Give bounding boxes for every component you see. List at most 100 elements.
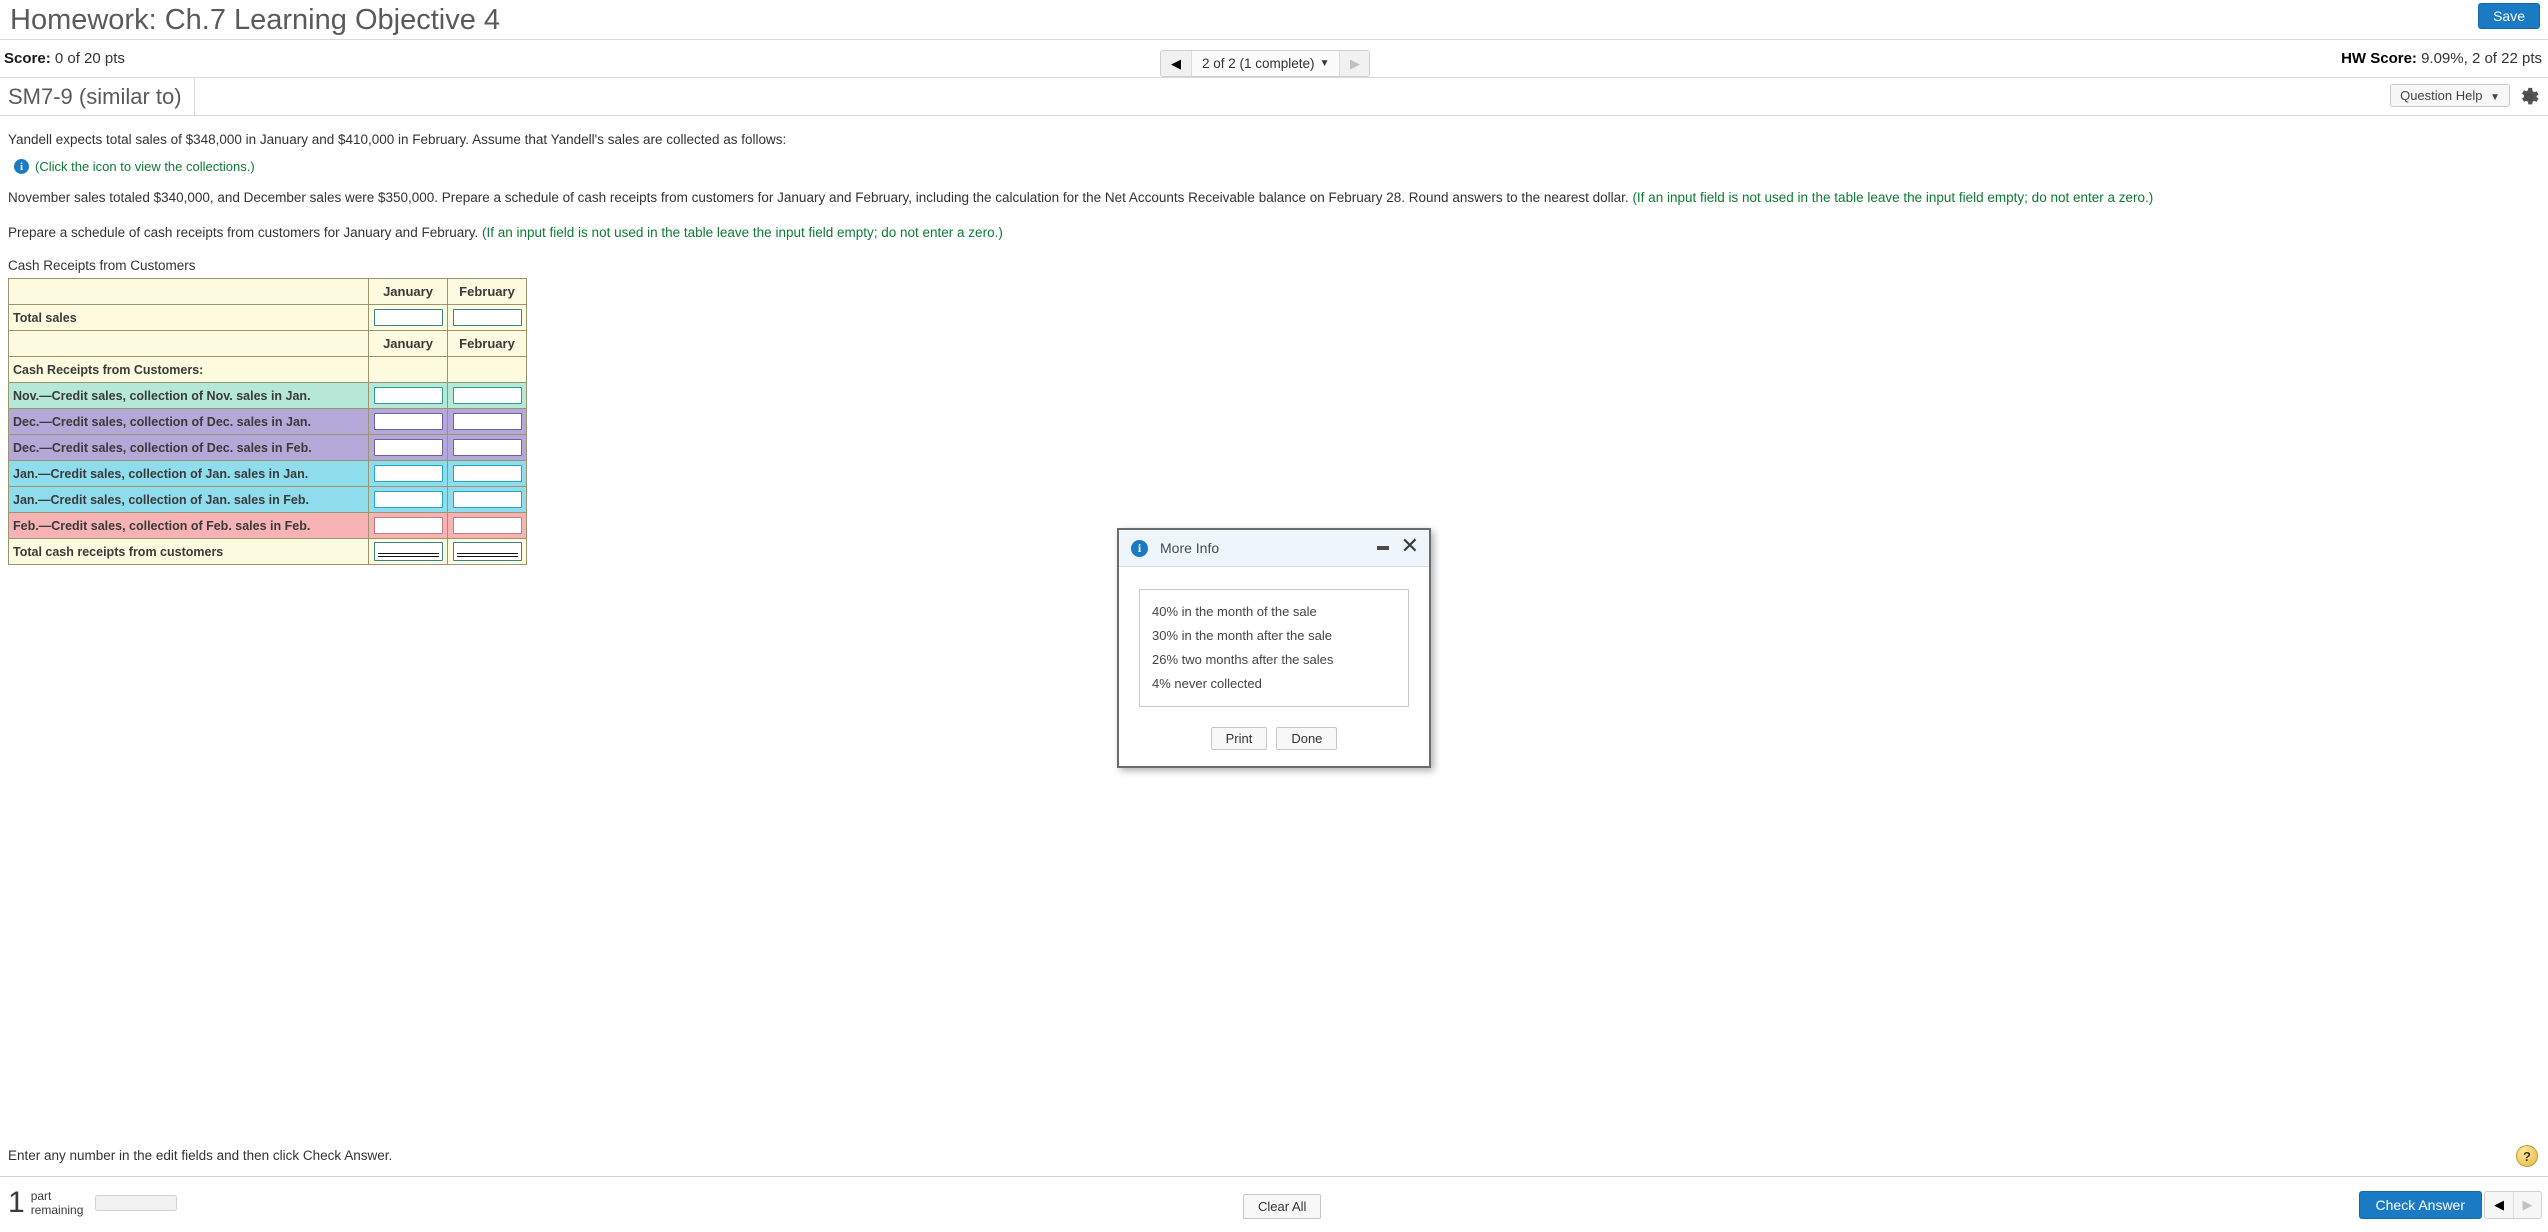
score-value: 0 of 20 pts [54, 50, 125, 67]
input-february[interactable] [452, 542, 522, 561]
more-info-dialog-title: More Info [1160, 540, 1220, 556]
table-row-label: Cash Receipts from Customers: [8, 356, 369, 383]
question-navigator[interactable]: ◀ 2 of 2 (1 complete) ▼ ▶ [1160, 50, 1371, 77]
input-february[interactable] [452, 387, 522, 404]
column-header-january: January [368, 330, 448, 357]
table-cell-february[interactable] [447, 512, 527, 539]
column-header-february: February [447, 278, 527, 305]
question-content: Yandell expects total sales of $348,000 … [0, 116, 2548, 565]
question-paragraph-3-main: Prepare a schedule of cash receipts from… [8, 225, 479, 240]
parts-label-line2: remaining [30, 1203, 84, 1217]
table-cell-january[interactable] [368, 304, 448, 331]
table-cell-january[interactable] [368, 408, 448, 435]
collections-terms-panel: 40% in the month of the sale 30% in the m… [1139, 589, 1409, 707]
table-caption: Cash Receipts from Customers [8, 258, 196, 273]
question-id-bar: SM7-9 (similar to) Question Help ▼ [0, 78, 2548, 116]
table-cell-january[interactable] [368, 538, 448, 565]
input-february[interactable] [452, 439, 522, 456]
question-paragraph-2: November sales totaled $340,000, and Dec… [8, 188, 2548, 207]
check-answer-button[interactable]: Check Answer [2358, 1191, 2482, 1219]
minimize-icon[interactable] [1377, 546, 1389, 550]
table-cell-february[interactable] [447, 460, 527, 487]
question-id: SM7-9 (similar to) [0, 78, 195, 116]
column-header-january: January [368, 278, 448, 305]
score-text: Score: 0 of 20 pts [4, 50, 125, 67]
question-paragraph-2-note: (If an input field is not used in the ta… [1632, 190, 2154, 205]
input-january[interactable] [373, 465, 443, 482]
collections-info-link[interactable]: (Click the icon to view the collections.… [35, 159, 255, 174]
table-cell-february[interactable] [447, 382, 527, 409]
table-row: Total cash receipts from customers [8, 538, 527, 565]
question-help-dropdown[interactable]: Question Help ▼ [2390, 84, 2510, 107]
footer-hint: Enter any number in the edit fields and … [8, 1148, 393, 1163]
input-february[interactable] [452, 517, 522, 534]
next-question-icon[interactable]: ▶ [1339, 51, 1370, 76]
table-row: Feb.—Credit sales, collection of Feb. sa… [8, 512, 527, 539]
clear-all-button[interactable]: Clear All [1243, 1194, 1322, 1219]
input-january[interactable] [373, 387, 443, 404]
footer-toolbar: 1 part remaining Clear All Check Answer … [0, 1176, 2548, 1232]
collections-term: 30% in the month after the sale [1152, 628, 1332, 643]
chevron-down-icon: ▼ [2490, 92, 2500, 103]
table-cell-january[interactable] [368, 486, 448, 513]
close-icon[interactable]: ✕ [1401, 535, 1419, 557]
more-info-dialog-titlebar: i More Info ✕ [1119, 530, 1429, 567]
table-header-blank [8, 278, 369, 305]
title-bar: Homework: Ch.7 Learning Objective 4 Save [0, 0, 2548, 40]
table-header-row: January February [8, 330, 527, 357]
collections-info-line: i (Click the icon to view the collection… [14, 159, 2548, 174]
input-february[interactable] [452, 413, 522, 430]
input-january[interactable] [373, 309, 443, 326]
input-february[interactable] [452, 491, 522, 508]
print-button[interactable]: Print [1210, 727, 1268, 750]
table-cell-january[interactable] [368, 382, 448, 409]
table-cell-february[interactable] [447, 408, 527, 435]
parts-remaining: 1 part remaining [8, 1188, 178, 1218]
footer-prev-icon[interactable]: ◀ [2485, 1192, 2513, 1218]
info-icon[interactable]: i [14, 159, 29, 174]
footer-navigator[interactable]: ◀ ▶ [2484, 1191, 2542, 1219]
help-icon[interactable]: ? [2516, 1145, 2538, 1167]
table-row: Dec.—Credit sales, collection of Dec. sa… [8, 434, 527, 461]
table-row-label: Dec.—Credit sales, collection of Dec. sa… [8, 408, 369, 435]
table-row: Dec.—Credit sales, collection of Dec. sa… [8, 408, 527, 435]
cash-receipts-table: January February Total sales January Februar… [8, 278, 527, 565]
table-cell-january[interactable] [368, 434, 448, 461]
input-january[interactable] [373, 413, 443, 430]
input-february[interactable] [452, 465, 522, 482]
table-row: Nov.—Credit sales, collection of Nov. sa… [8, 382, 527, 409]
table-cell-february[interactable] [447, 304, 527, 331]
hw-score-value: 9.09%, 2 of 22 pts [2421, 50, 2542, 67]
table-row-label: Jan.—Credit sales, collection of Jan. sa… [8, 460, 369, 487]
progress-bar [95, 1195, 178, 1211]
input-january[interactable] [373, 439, 443, 456]
prev-question-icon[interactable]: ◀ [1161, 51, 1191, 76]
table-row-label: Jan.—Credit sales, collection of Jan. sa… [8, 486, 369, 513]
gear-icon[interactable] [2518, 86, 2540, 108]
table-cell-january[interactable] [368, 460, 448, 487]
footer-next-icon[interactable]: ▶ [2513, 1192, 2541, 1218]
table-cell-february[interactable] [447, 434, 527, 461]
table-row-label: Total cash receipts from customers [8, 538, 369, 565]
score-label: Score: [4, 50, 51, 67]
question-progress-dropdown[interactable]: 2 of 2 (1 complete) ▼ [1191, 51, 1340, 76]
table-row-label: Nov.—Credit sales, collection of Nov. sa… [8, 382, 369, 409]
input-january[interactable] [373, 491, 443, 508]
question-paragraph-3: Prepare a schedule of cash receipts from… [8, 223, 2548, 242]
table-cell-february[interactable] [447, 538, 527, 565]
table-header-blank [8, 330, 369, 357]
input-january[interactable] [373, 542, 443, 561]
done-button[interactable]: Done [1276, 727, 1338, 750]
table-row-label: Feb.—Credit sales, collection of Feb. sa… [8, 512, 369, 539]
table-cell-january[interactable] [368, 512, 448, 539]
question-paragraph-1: Yandell expects total sales of $348,000 … [8, 132, 787, 147]
table-cell-february[interactable] [447, 486, 527, 513]
info-icon: i [1131, 539, 1148, 557]
chevron-down-icon: ▼ [1319, 58, 1330, 69]
save-button[interactable]: Save [2478, 3, 2540, 29]
column-header-february: February [447, 330, 527, 357]
input-january[interactable] [373, 517, 443, 534]
input-february[interactable] [452, 309, 522, 326]
more-info-dialog-footer: Print Done [1119, 717, 1429, 766]
page-title: Homework: Ch.7 Learning Objective 4 [10, 4, 501, 36]
